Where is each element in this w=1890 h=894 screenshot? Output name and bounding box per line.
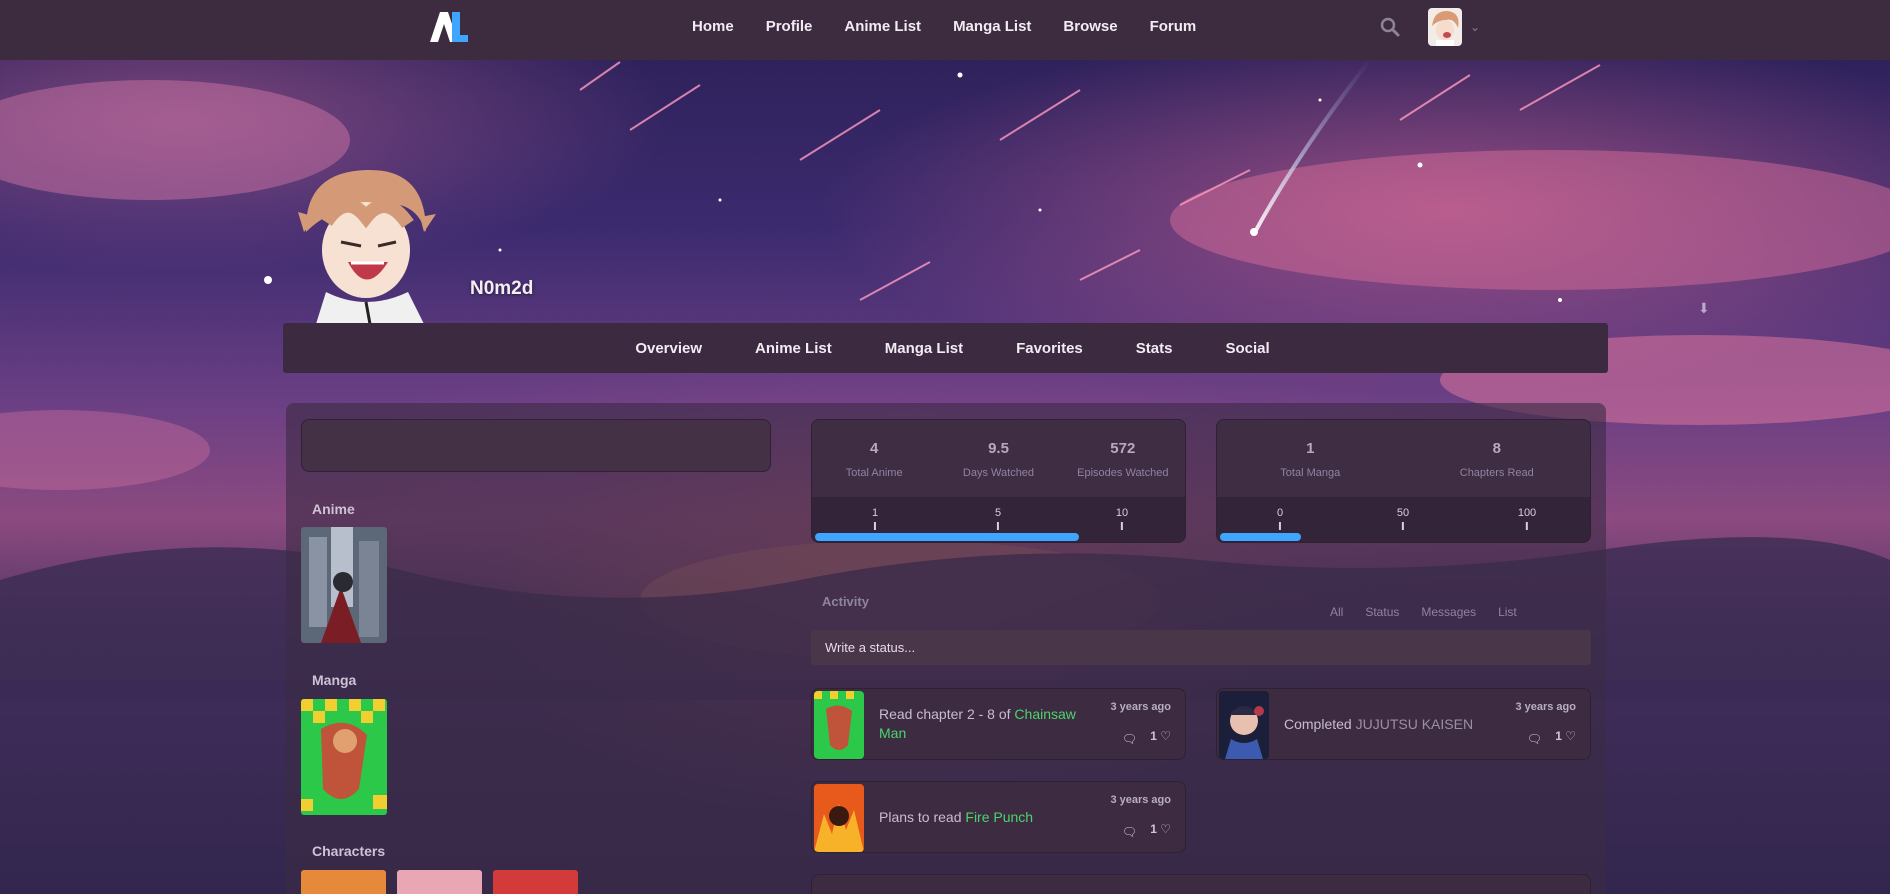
chevron-down-icon[interactable]: ⌄ bbox=[1470, 20, 1480, 34]
histogram-tick: 1 bbox=[872, 507, 878, 530]
activity-text: Plans to read Fire Punch bbox=[879, 809, 1034, 825]
anime-stats-card: 4 Total Anime 9.5 Days Watched 572 Episodes… bbox=[811, 419, 1186, 543]
histogram-tick: 100 bbox=[1518, 507, 1536, 530]
days-watched-value: 9.5 bbox=[988, 440, 1009, 457]
episodes-watched-label: Episodes Watched bbox=[1077, 467, 1169, 479]
activity-cover[interactable] bbox=[1219, 691, 1269, 759]
activity-filters: All Status Messages List bbox=[1330, 605, 1517, 619]
bio-box bbox=[301, 419, 771, 472]
nav-forum[interactable]: Forum bbox=[1150, 18, 1197, 35]
days-watched-label: Days Watched bbox=[962, 467, 1035, 479]
activity-text: Read chapter 2 - 8 of Chainsaw Man bbox=[879, 706, 1076, 741]
score-histogram: 1 5 10 bbox=[812, 497, 1185, 542]
download-icon[interactable]: ⬇ bbox=[1698, 300, 1710, 317]
total-manga-value: 1 bbox=[1306, 440, 1315, 457]
filter-messages[interactable]: Messages bbox=[1421, 605, 1476, 619]
activity-media-link[interactable]: Fire Punch bbox=[965, 809, 1033, 825]
chapters-read-label: Chapters Read bbox=[1459, 467, 1534, 479]
filter-all[interactable]: All bbox=[1330, 605, 1343, 619]
comment-icon[interactable]: 🗨 bbox=[1122, 825, 1137, 839]
activity-card: Read chapter 2 - 8 of Chainsaw Man 3 yea… bbox=[811, 688, 1186, 760]
activity-time: 3 years ago bbox=[1515, 701, 1576, 713]
favorite-character-1[interactable] bbox=[301, 870, 386, 894]
nav-anime-list[interactable]: Anime List bbox=[844, 18, 921, 35]
comment-icon[interactable]: 🗨 bbox=[1122, 732, 1137, 746]
tab-manga-list[interactable]: Manga List bbox=[885, 340, 963, 357]
manga-stats-card: 1 Total Manga 8 Chapters Read 0 50 100 bbox=[1216, 419, 1591, 543]
favorite-character-3[interactable] bbox=[493, 870, 578, 894]
total-anime-label: Total Anime bbox=[845, 467, 903, 479]
activity-card: Plans to read Fire Punch 3 years ago 🗨 1… bbox=[811, 781, 1186, 853]
activity-card: Completed JUJUTSU KAISEN 3 years ago 🗨 1… bbox=[1216, 688, 1591, 760]
histogram-tick: 0 bbox=[1277, 507, 1283, 530]
histogram-tick: 5 bbox=[995, 507, 1001, 530]
heart-icon[interactable]: 1 ♡ bbox=[1555, 729, 1576, 743]
favorites-anime-title: Anime bbox=[312, 501, 355, 517]
tab-stats[interactable]: Stats bbox=[1136, 340, 1173, 357]
activity-cover[interactable] bbox=[814, 691, 864, 759]
activity-text: Completed JUJUTSU KAISEN bbox=[1284, 716, 1474, 732]
main-nav: Home Profile Anime List Manga List Brows… bbox=[692, 0, 1196, 52]
total-manga-label: Total Manga bbox=[1280, 467, 1341, 479]
tab-social[interactable]: Social bbox=[1225, 340, 1269, 357]
histogram-tick: 10 bbox=[1116, 507, 1128, 530]
total-anime-value: 4 bbox=[869, 440, 879, 457]
tab-overview[interactable]: Overview bbox=[635, 340, 702, 357]
nav-profile[interactable]: Profile bbox=[766, 18, 813, 35]
tab-favorites[interactable]: Favorites bbox=[1016, 340, 1083, 357]
tab-anime-list[interactable]: Anime List bbox=[755, 340, 832, 357]
anime-progress-bar bbox=[815, 533, 1079, 541]
activity-time: 3 years ago bbox=[1110, 701, 1171, 713]
nav-browse[interactable]: Browse bbox=[1063, 18, 1117, 35]
favorite-character-2[interactable] bbox=[397, 870, 482, 894]
activity-time: 3 years ago bbox=[1110, 794, 1171, 806]
favorites-manga-title: Manga bbox=[312, 672, 357, 688]
heart-icon[interactable]: 1 ♡ bbox=[1150, 822, 1171, 836]
nav-manga-list[interactable]: Manga List bbox=[953, 18, 1031, 35]
activity-media-link[interactable]: JUJUTSU KAISEN bbox=[1356, 716, 1473, 732]
favorite-manga-cover[interactable] bbox=[301, 699, 387, 815]
filter-list[interactable]: List bbox=[1498, 605, 1517, 619]
status-input[interactable]: Write a status... bbox=[811, 630, 1591, 665]
nav-home[interactable]: Home bbox=[692, 18, 734, 35]
favorite-anime-cover[interactable] bbox=[301, 527, 387, 643]
manga-progress-bar bbox=[1220, 533, 1301, 541]
chapters-histogram: 0 50 100 bbox=[1217, 497, 1590, 542]
activity-title: Activity bbox=[822, 594, 869, 609]
episodes-watched-value: 572 bbox=[1110, 440, 1136, 457]
activity-card bbox=[811, 874, 1591, 894]
histogram-tick: 50 bbox=[1397, 507, 1409, 530]
heart-icon[interactable]: 1 ♡ bbox=[1150, 729, 1171, 743]
profile-username: N0m2d bbox=[470, 278, 534, 299]
anilist-logo[interactable] bbox=[428, 10, 468, 44]
filter-status[interactable]: Status bbox=[1365, 605, 1399, 619]
profile-avatar bbox=[298, 169, 436, 324]
activity-cover[interactable] bbox=[814, 784, 864, 852]
profile-tabs: Overview Anime List Manga List Favorites… bbox=[283, 323, 1608, 373]
chapters-read-value: 8 bbox=[1492, 440, 1501, 457]
top-nav: Home Profile Anime List Manga List Brows… bbox=[0, 0, 1890, 60]
search-icon[interactable] bbox=[1380, 17, 1400, 37]
comment-icon[interactable]: 🗨 bbox=[1527, 732, 1542, 746]
user-avatar[interactable] bbox=[1428, 8, 1462, 46]
favorites-characters-title: Characters bbox=[312, 843, 386, 859]
